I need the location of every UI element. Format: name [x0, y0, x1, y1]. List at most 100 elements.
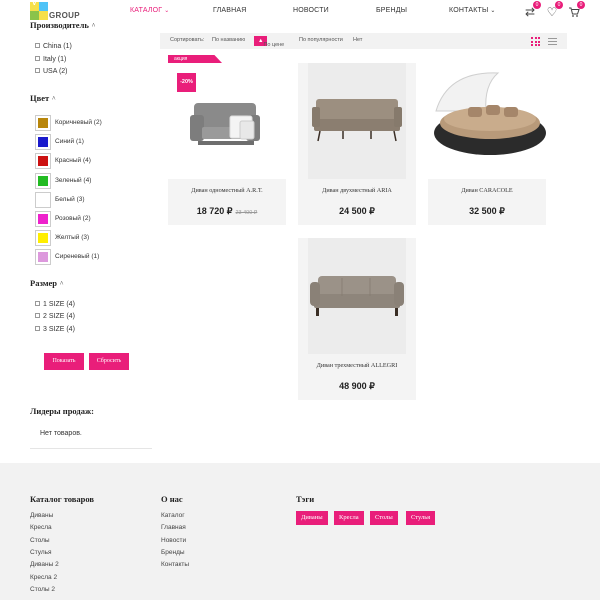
product-price: 48 900 ₽	[339, 381, 375, 391]
promo-ribbon: акция	[168, 55, 222, 63]
product-image[interactable]	[428, 63, 546, 179]
discount-badge: -20%	[177, 73, 196, 92]
chevron-down-icon: ⌄	[490, 8, 496, 14]
chevron-up-icon: ^	[60, 280, 64, 288]
sort-by-name[interactable]: По названию	[212, 37, 245, 43]
bestsellers-empty: Нет товаров.	[40, 430, 82, 437]
product-card[interactable]: Диван CARACOLE 32 500 ₽	[428, 63, 546, 225]
product-card[interactable]: -20% Диван одноместный A.R.T. 18 720 ₽23…	[168, 63, 286, 225]
product-price: 32 500 ₽	[469, 206, 505, 216]
footer-link[interactable]: Кресла 2	[30, 574, 57, 581]
sort-label: Сортировать:	[170, 37, 205, 43]
color-label: Синий (1)	[55, 138, 84, 146]
filter-manufacturer-option[interactable]: Italy (1)	[35, 55, 66, 65]
footer-about-title: О нас	[161, 494, 183, 504]
reset-filter-button[interactable]: Сбросить	[89, 353, 129, 370]
cart-icon[interactable]: 0	[566, 1, 585, 20]
chevron-up-icon: ^	[91, 22, 96, 30]
checkbox[interactable]	[35, 43, 40, 48]
bestsellers-block: Лидеры продаж: Нет товаров.	[30, 406, 152, 449]
footer-link[interactable]: Каталог	[161, 512, 185, 519]
footer-link[interactable]: Столы	[30, 537, 50, 544]
filter-size-option[interactable]: 1 SIZE (4)	[35, 300, 75, 310]
sort-none[interactable]: Нет	[353, 37, 362, 43]
filter-size-option[interactable]: 3 SIZE (4)	[35, 325, 75, 335]
compare-icon[interactable]: ⇄ 0	[522, 1, 541, 20]
nav-brands[interactable]: БРЕНДЫ	[376, 7, 407, 14]
nav-home[interactable]: ГЛАВНАЯ	[213, 7, 247, 14]
divider	[30, 448, 152, 449]
nav-catalog[interactable]: КАТАЛОГ ⌄	[130, 7, 170, 14]
heart-icon[interactable]: ♡ 0	[544, 1, 563, 20]
footer-link[interactable]: Диваны 2	[30, 561, 59, 568]
color-label: Белый (3)	[55, 195, 85, 203]
checkbox[interactable]	[35, 68, 40, 73]
color-swatch[interactable]	[35, 172, 51, 189]
checkbox[interactable]	[35, 326, 40, 331]
footer-link[interactable]: Кресла	[30, 524, 52, 531]
footer-link[interactable]: Главная	[161, 524, 186, 531]
color-label: Зеленый (4)	[55, 176, 92, 184]
color-label: Красный (4)	[55, 157, 91, 165]
color-swatch[interactable]	[35, 115, 51, 131]
filter-manufacturer-option[interactable]: China (1)	[35, 42, 72, 52]
sort-by-popularity[interactable]: По популярности	[299, 37, 343, 43]
checkbox[interactable]	[35, 313, 40, 318]
color-swatch[interactable]	[35, 230, 51, 247]
color-swatch-fill	[38, 194, 48, 205]
color-swatch[interactable]	[35, 153, 51, 170]
tag-button[interactable]: Стулья	[406, 511, 436, 525]
color-swatch-fill	[38, 118, 48, 128]
nav-news[interactable]: НОВОСТИ	[293, 7, 329, 14]
footer-link[interactable]: Диваны	[30, 512, 53, 519]
color-swatch-fill	[38, 252, 48, 263]
checkbox[interactable]	[35, 56, 40, 61]
color-swatch[interactable]	[35, 134, 51, 151]
color-swatch[interactable]	[35, 249, 51, 266]
chevron-down-icon: ⌄	[164, 8, 170, 14]
footer: Каталог товаров Диваны Кресла Столы Стулья Д…	[0, 463, 600, 600]
product-card[interactable]: Диван трехместный ALLEGRI 48 900 ₽	[298, 238, 416, 400]
logo-letter: V	[32, 0, 37, 7]
product-price: 24 500 ₽	[339, 206, 375, 216]
nav-contacts[interactable]: КОНТАКТЫ ⌄	[449, 7, 496, 14]
color-label: Коричневый (2)	[55, 119, 102, 126]
checkbox[interactable]	[35, 301, 40, 306]
footer-link[interactable]: Стулья	[30, 549, 52, 556]
tag-button[interactable]: Кресла	[334, 511, 364, 525]
filter-size-option[interactable]: 2 SIZE (4)	[35, 312, 75, 322]
tag-button[interactable]: Столы	[370, 511, 398, 525]
filter-size-title[interactable]: Размер ^	[30, 278, 63, 288]
product-name[interactable]: Диван трехместный ALLEGRI	[298, 362, 416, 369]
list-view-icon[interactable]	[548, 37, 557, 46]
product-name[interactable]: Диван CARACOLE	[428, 187, 546, 194]
color-swatch-fill	[38, 233, 48, 244]
grid-view-icon[interactable]	[531, 37, 540, 46]
footer-link[interactable]: Бренды	[161, 549, 185, 556]
chevron-up-icon: ^	[52, 95, 56, 103]
filter-color-title[interactable]: Цвет ^	[30, 93, 55, 103]
footer-link[interactable]: Столы 2	[30, 586, 55, 593]
color-label: Розовый (2)	[55, 215, 91, 222]
color-swatch[interactable]	[35, 211, 51, 227]
product-card[interactable]: Диван двухместный ARIA 24 500 ₽	[298, 63, 416, 225]
color-swatch-fill	[38, 156, 48, 167]
tag-button[interactable]: Диваны	[296, 511, 328, 525]
color-swatch-fill	[38, 214, 48, 224]
show-filter-button[interactable]: Показать	[44, 353, 84, 370]
filter-manufacturer-title[interactable]: Производитель ^	[30, 20, 95, 30]
product-image[interactable]	[308, 238, 406, 354]
footer-link[interactable]: Новости	[161, 537, 186, 544]
old-price: 23 400 ₽	[235, 210, 258, 216]
product-name[interactable]: Диван двухместный ARIA	[298, 187, 416, 194]
sort-by-price[interactable]: ▲ По цене	[254, 36, 284, 48]
color-label: Сиреневый (1)	[55, 253, 100, 261]
footer-link[interactable]: Контакты	[161, 561, 189, 568]
product-name[interactable]: Диван одноместный A.R.T.	[168, 187, 286, 194]
product-image[interactable]	[308, 63, 406, 179]
filter-manufacturer-option[interactable]: USA (2)	[35, 67, 68, 77]
product-price: 18 720 ₽23 400 ₽	[196, 206, 258, 216]
footer-catalog-title: Каталог товаров	[30, 494, 94, 504]
color-swatch[interactable]	[35, 191, 51, 208]
color-swatch-fill	[38, 175, 48, 186]
